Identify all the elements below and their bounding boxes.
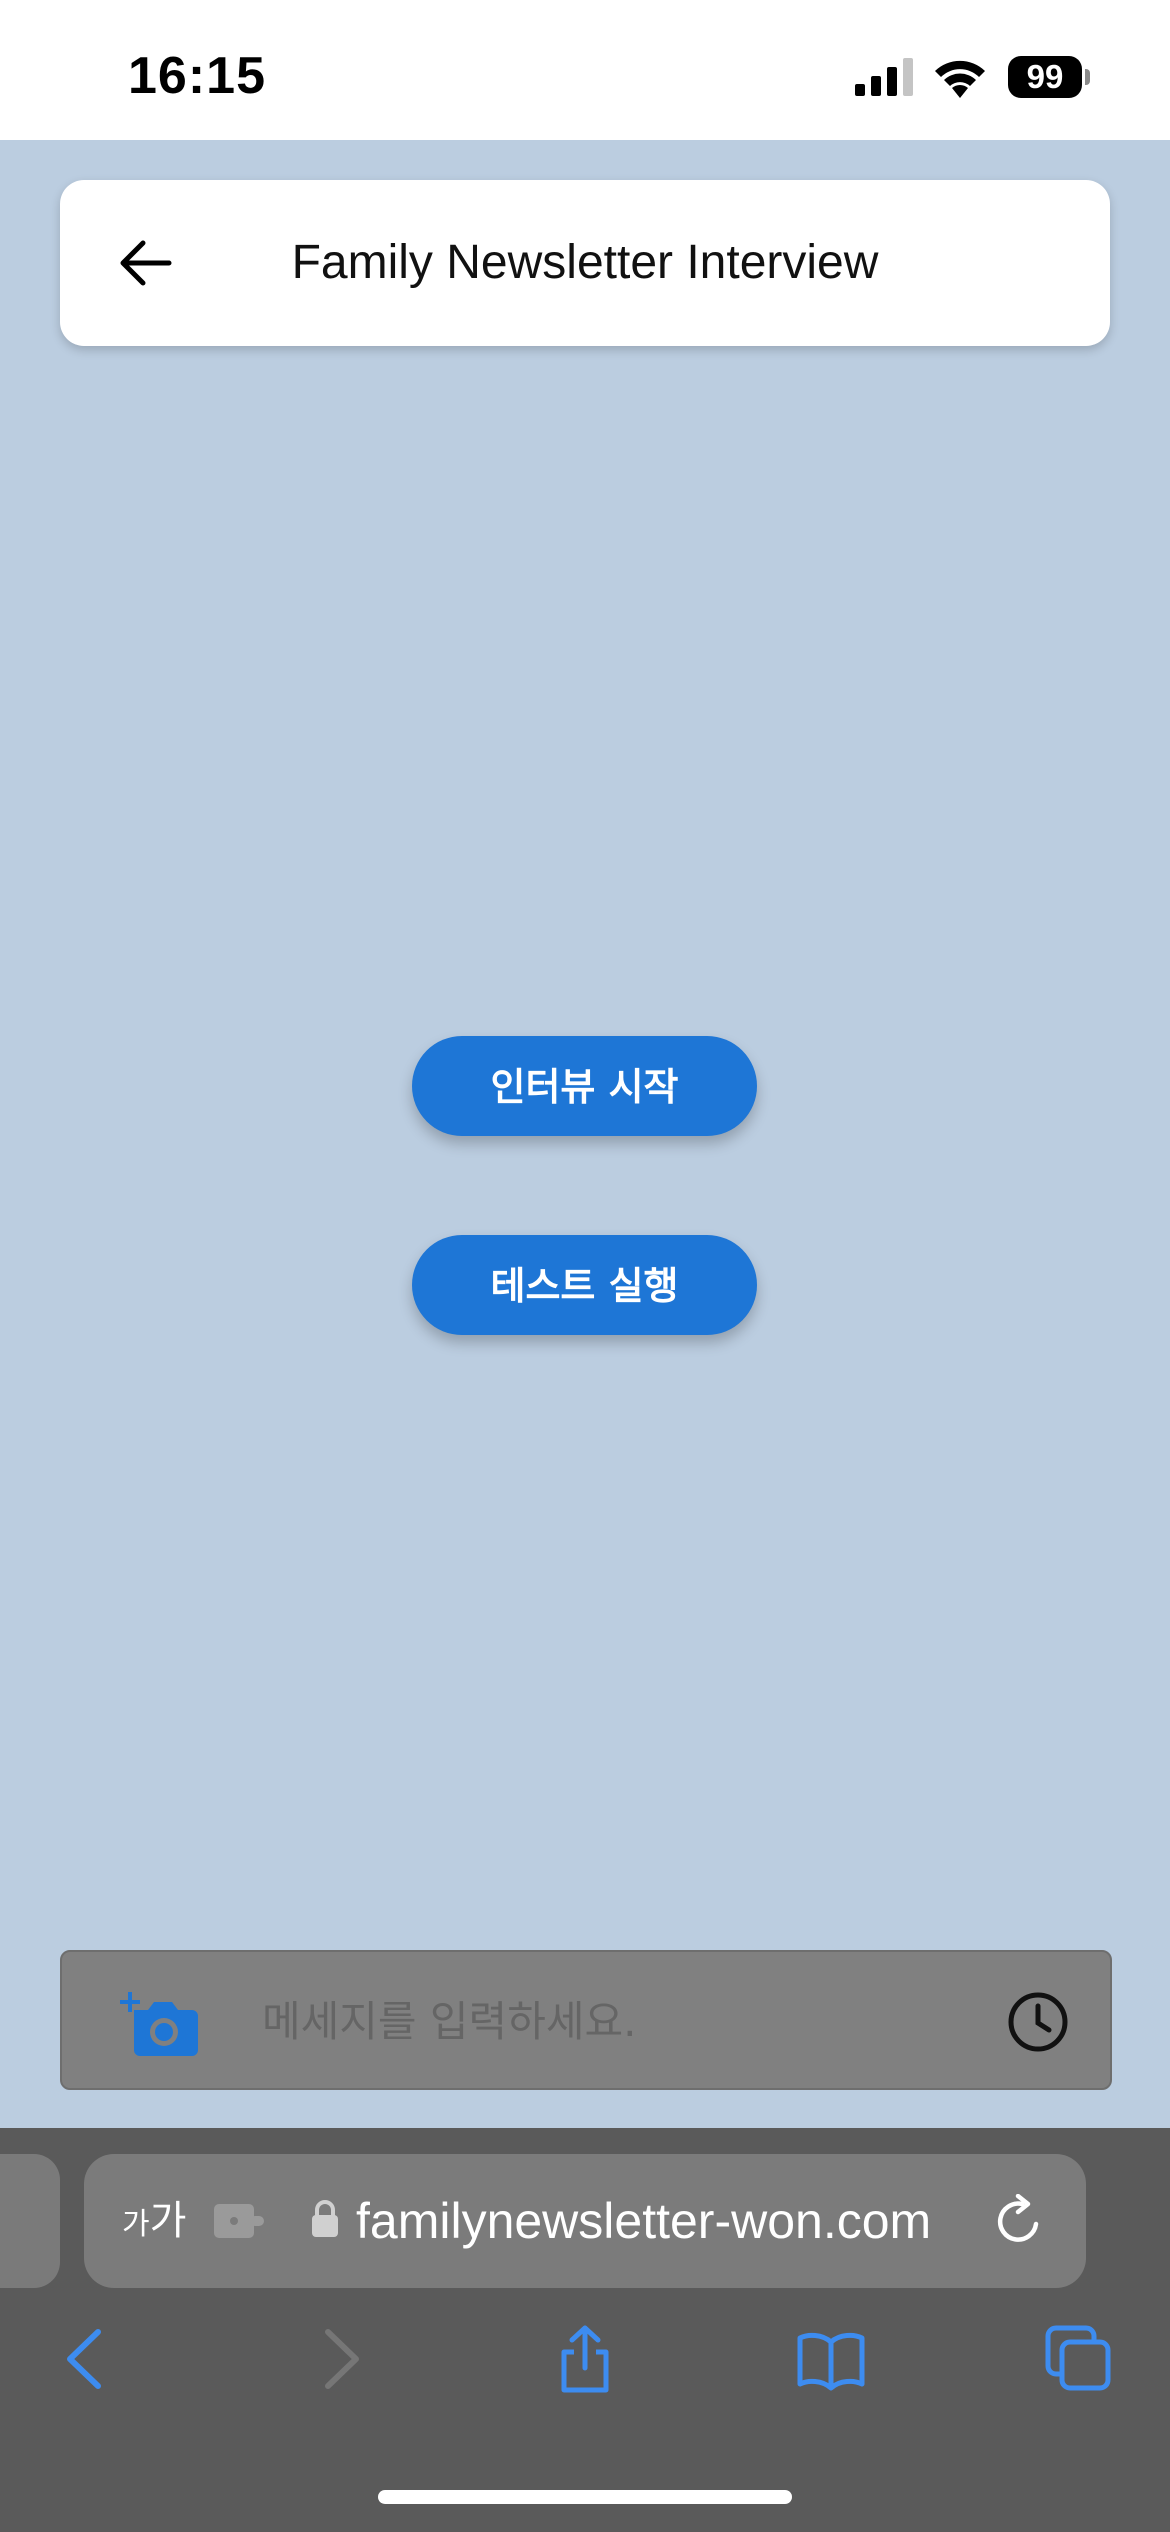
- address-bar[interactable]: 가가 familynewsletter-won.com: [84, 2154, 1086, 2288]
- run-test-button[interactable]: 테스트 실행: [412, 1235, 757, 1335]
- bookmarks-icon[interactable]: [796, 2324, 866, 2394]
- forward-arrow-icon[interactable]: [304, 2324, 374, 2394]
- back-button[interactable]: [102, 220, 188, 306]
- signal-icon: [855, 58, 913, 96]
- previous-tab-preview[interactable]: [0, 2154, 60, 2288]
- message-composer: [60, 1950, 1112, 2090]
- tabs-icon[interactable]: [1044, 2324, 1114, 2394]
- url-text[interactable]: familynewsletter-won.com: [356, 2154, 931, 2288]
- header-card: Family Newsletter Interview: [60, 180, 1110, 346]
- message-input[interactable]: [260, 1980, 984, 2062]
- aa-small-glyph: 가: [122, 2207, 150, 2242]
- add-photo-camera-icon[interactable]: [120, 1984, 198, 2056]
- battery-level: 99: [1026, 58, 1064, 95]
- battery-icon: 99: [1008, 56, 1090, 98]
- arrow-left-icon: [120, 240, 172, 286]
- share-icon[interactable]: [550, 2324, 620, 2394]
- lock-icon: [312, 2200, 338, 2237]
- reload-icon[interactable]: [992, 2194, 1046, 2248]
- wifi-icon: [935, 60, 985, 98]
- page-settings-button[interactable]: 가가: [122, 2154, 186, 2288]
- start-interview-button[interactable]: 인터뷰 시작: [412, 1036, 757, 1136]
- home-indicator: [378, 2490, 792, 2504]
- status-bar: 16:15 99: [0, 0, 1170, 140]
- status-time: 16:15: [128, 47, 266, 105]
- page-title: Family Newsletter Interview: [291, 236, 879, 289]
- back-arrow-icon[interactable]: [52, 2324, 122, 2394]
- extension-icon[interactable]: [214, 2202, 266, 2240]
- clock-icon[interactable]: [1006, 1990, 1070, 2054]
- aa-large-glyph: 가: [149, 2198, 187, 2244]
